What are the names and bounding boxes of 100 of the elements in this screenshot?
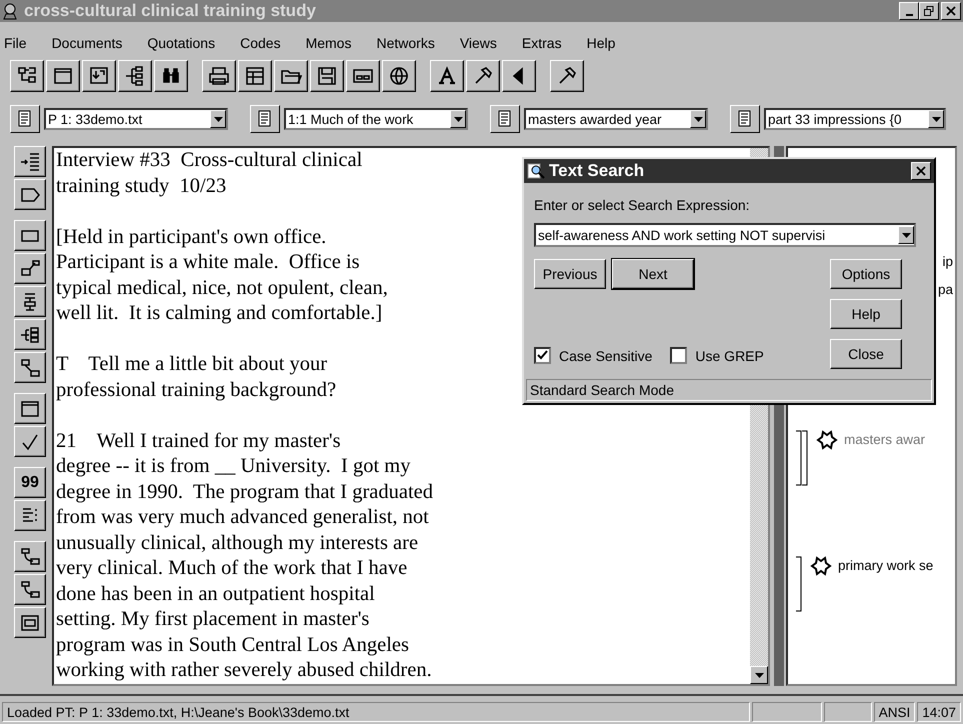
margin-text: pa	[938, 282, 953, 297]
back-button[interactable]	[502, 60, 536, 92]
checkbox[interactable]	[534, 347, 551, 364]
connect-button[interactable]	[14, 352, 46, 383]
minimize-icon	[906, 14, 912, 16]
document-button[interactable]	[10, 105, 40, 133]
menu-item[interactable]: Quotations	[147, 35, 216, 58]
caret-icon	[902, 232, 910, 238]
status-panel	[752, 702, 822, 722]
restore-button[interactable]	[919, 2, 939, 20]
globe-icon	[388, 65, 410, 87]
document-button[interactable]	[490, 105, 520, 133]
check-button[interactable]	[14, 426, 46, 457]
dialog-button[interactable]: Help	[830, 299, 902, 329]
dialog-title: Text Search	[549, 161, 646, 181]
flower-icon	[810, 556, 832, 576]
screen-button[interactable]	[14, 607, 46, 638]
caret-icon	[694, 116, 702, 122]
margin-text: ip	[942, 254, 953, 269]
encoding-indicator: ANSI	[874, 702, 916, 722]
branch-button[interactable]	[14, 319, 46, 350]
document-dropdown[interactable]: 1:1 Much of the work	[284, 108, 468, 130]
rect-button[interactable]	[14, 220, 46, 251]
menu-item[interactable]: Memos	[306, 35, 352, 58]
lines-button[interactable]	[14, 500, 46, 531]
menu-item[interactable]: Help	[586, 35, 616, 58]
minimize-button[interactable]	[899, 2, 919, 20]
transcript-paragraph: 21 Well I trained for my master's degree -- it is from __ University. I got my degree in 1990. The program that I graduated from was very much advanced generalist, not unusually clinical, although my interests are very clinical. Much of the work that I have done has been in an outpatient hospital setting. My first placement in master's program was in South Central Los Angeles working with rather severely abused children.	[56, 428, 434, 683]
checkbox-label[interactable]: Use GREP	[695, 348, 764, 364]
menu-item[interactable]: Codes	[240, 35, 281, 58]
close-button[interactable]	[911, 162, 931, 180]
document-dropdown[interactable]: masters awarded year	[524, 108, 708, 130]
caret-icon	[454, 116, 462, 122]
network-button[interactable]	[10, 60, 44, 92]
document-dropdown[interactable]: part 33 impressions {0	[764, 108, 946, 130]
flow-icon	[19, 578, 41, 600]
document-icon	[17, 110, 33, 128]
letter-icon	[436, 65, 458, 87]
document-dropdown[interactable]: P 1: 33demo.txt	[44, 108, 228, 130]
flow-button[interactable]	[14, 574, 46, 605]
window-icon	[52, 65, 74, 87]
printer-icon	[208, 65, 230, 87]
dialog-button[interactable]: Options	[830, 259, 902, 289]
document-icon	[497, 110, 513, 128]
printer-button[interactable]	[202, 60, 236, 92]
globe-button[interactable]	[382, 60, 416, 92]
flower-icon	[816, 430, 838, 450]
flow-button[interactable]	[14, 541, 46, 572]
flow-icon	[19, 546, 41, 568]
close-button[interactable]	[941, 2, 961, 20]
disk-button[interactable]	[310, 60, 344, 92]
panel-button[interactable]	[346, 60, 380, 92]
import-icon	[88, 65, 110, 87]
indent-button[interactable]	[14, 146, 46, 177]
menu-item[interactable]: File	[4, 35, 27, 58]
quotation-button[interactable]: 99	[14, 467, 46, 498]
tag-button[interactable]	[14, 179, 46, 210]
window-button[interactable]	[46, 60, 80, 92]
close-icon	[916, 166, 926, 176]
hammer-button[interactable]	[550, 60, 584, 92]
connect-icon	[19, 356, 41, 378]
checkbox[interactable]	[670, 347, 688, 364]
dialog-button[interactable]: Previous	[534, 259, 606, 289]
hammer-button[interactable]	[466, 60, 500, 92]
document-button[interactable]	[730, 105, 760, 133]
dialog-button[interactable]: Close	[830, 339, 902, 369]
indent-icon	[19, 150, 41, 172]
document-icon	[257, 110, 273, 128]
folder-button[interactable]	[274, 60, 308, 92]
font-button[interactable]	[430, 60, 464, 92]
menu-item[interactable]: Networks	[376, 35, 435, 58]
caret-icon	[932, 116, 940, 122]
import-button[interactable]	[82, 60, 116, 92]
checkbox-label[interactable]: Case Sensitive	[559, 348, 652, 364]
window-title: cross-cultural clinical training study	[24, 1, 317, 21]
close-icon	[946, 6, 956, 16]
menu-item[interactable]: Documents	[52, 35, 122, 58]
clock: 14:07	[917, 702, 961, 722]
caret-icon	[754, 672, 764, 678]
bracket-icon	[794, 430, 810, 486]
document-icon	[737, 110, 753, 128]
dialog-button[interactable]: Next	[612, 259, 694, 289]
search-field[interactable]: self-awareness AND work setting NOT supervisi	[534, 223, 916, 247]
binoculars-button[interactable]	[154, 60, 188, 92]
transcript-paragraph: T Tell me a little bit about your professional training background?	[56, 352, 336, 402]
code-label[interactable]: primary work se	[838, 556, 934, 573]
tree-button[interactable]	[14, 286, 46, 317]
window-button[interactable]	[14, 393, 46, 424]
caret-icon	[214, 116, 222, 122]
tree-button[interactable]	[118, 60, 152, 92]
link-button[interactable]	[14, 253, 46, 284]
menu-item[interactable]: Extras	[522, 35, 562, 58]
code-label[interactable]: masters awar	[844, 430, 926, 447]
menu-item[interactable]: Views	[460, 35, 497, 58]
tree-icon	[124, 65, 146, 87]
dialog-status: Standard Search Mode	[526, 379, 932, 401]
transcript-paragraph: Interview #33 Cross-cultural clinical training study 10/23	[56, 148, 362, 198]
table-button[interactable]	[238, 60, 272, 92]
bracket-icon	[794, 556, 804, 612]
document-button[interactable]	[250, 105, 280, 133]
